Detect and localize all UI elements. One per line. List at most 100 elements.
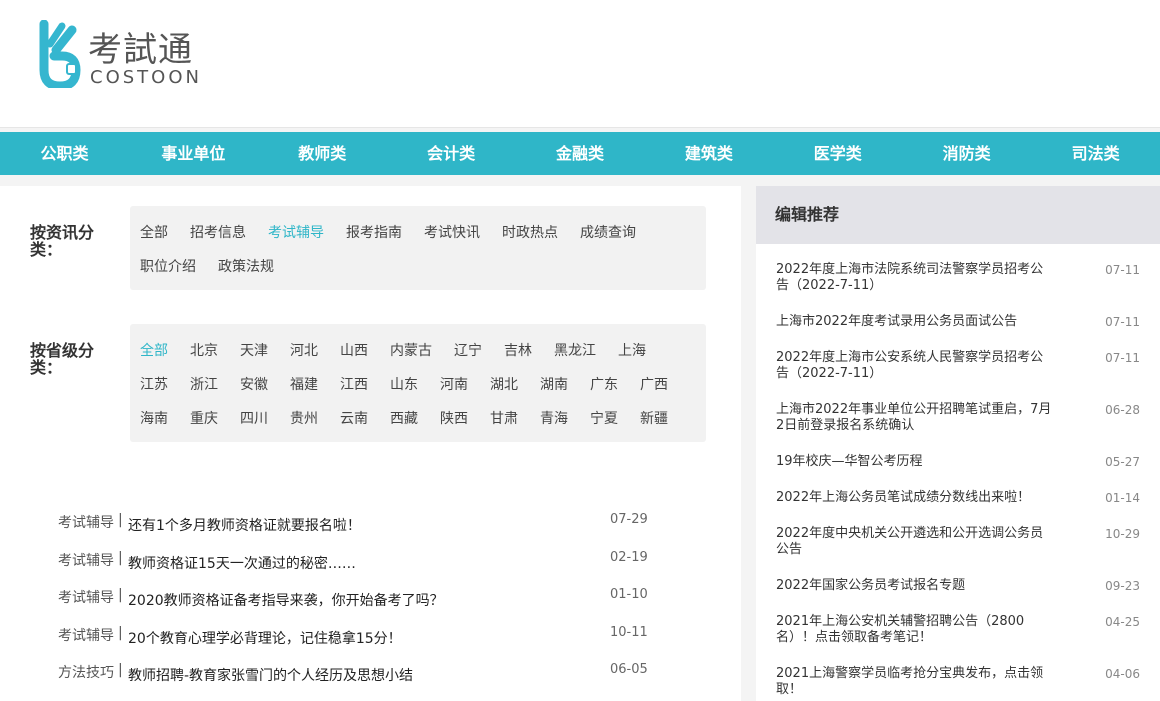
site-logo[interactable]: 考試通 COSTOON xyxy=(36,20,216,92)
province-filter-option[interactable]: 广西 xyxy=(640,368,668,402)
province-filter-option[interactable]: 甘肃 xyxy=(490,402,518,436)
main-nav: 公职类 事业单位 教师类 会计类 金融类 建筑类 医学类 消防类 司法类 xyxy=(0,132,1160,175)
editor-picks-panel: 编辑推荐 2022年度上海市法院系统司法警察学员招考公告（2022-7-11） 0… xyxy=(756,186,1160,701)
province-filter-option[interactable]: 广东 xyxy=(590,368,618,402)
province-filter-label: 按省级分类： xyxy=(30,341,95,377)
info-filter-option[interactable]: 考试辅导 xyxy=(268,216,324,250)
province-filter-option[interactable]: 河南 xyxy=(440,368,468,402)
nav-item-jianzhu[interactable]: 建筑类 xyxy=(644,132,773,175)
editor-pick-item[interactable]: 2022年度上海市法院系统司法警察学员招考公告（2022-7-11） 07-11 xyxy=(776,262,1140,294)
editor-pick-title[interactable]: 2022年上海公务员笔试成绩分数线出来啦！ xyxy=(776,490,1030,505)
editor-pick-title[interactable]: 2021上海警察学员临考抢分宝典发布，点击领取！ xyxy=(776,666,1043,697)
editor-pick-item[interactable]: 上海市2022年度考试录用公务员面试公告 07-11 xyxy=(776,314,1140,330)
editor-pick-title[interactable]: 2022年国家公务员考试报名专题 xyxy=(776,578,965,593)
nav-item-yixue[interactable]: 医学类 xyxy=(773,132,902,175)
editor-pick-title[interactable]: 19年校庆—华智公考历程 xyxy=(776,454,923,469)
info-filter-option[interactable]: 考试快讯 xyxy=(424,216,480,250)
editor-pick-title[interactable]: 2021年上海公安机关辅警招聘公告（2800名）！点击领取备考笔记！ xyxy=(776,614,1024,645)
news-category[interactable]: 方法技巧 xyxy=(58,662,114,682)
news-title[interactable]: 2020教师资格证备考指导来袭，你开始备考了吗？ xyxy=(128,590,444,610)
province-filter-option[interactable]: 福建 xyxy=(290,368,318,402)
editor-pick-item[interactable]: 2022年上海公务员笔试成绩分数线出来啦！ 01-14 xyxy=(776,490,1140,506)
news-category[interactable]: 考试辅导 xyxy=(58,587,114,607)
news-category[interactable]: 考试辅导 xyxy=(58,550,114,570)
news-title[interactable]: 还有1个多月教师资格证就要报名啦！ xyxy=(128,515,361,535)
news-row[interactable]: 考试辅导 | 教师资格证15天一次通过的秘密…… 02-19 xyxy=(58,550,658,588)
logo-text-en: COSTOON xyxy=(90,67,202,88)
province-filter-option[interactable]: 青海 xyxy=(540,402,568,436)
province-filter-option[interactable]: 吉林 xyxy=(504,334,532,368)
nav-item-shiye[interactable]: 事业单位 xyxy=(129,132,258,175)
info-filter-option[interactable]: 时政热点 xyxy=(502,216,558,250)
province-filter-option[interactable]: 云南 xyxy=(340,402,368,436)
province-filter-option[interactable]: 北京 xyxy=(190,334,218,368)
editor-pick-item[interactable]: 2021年上海公安机关辅警招聘公告（2800名）！点击领取备考笔记！ 04-25 xyxy=(776,614,1140,646)
news-row[interactable]: 考试辅导 | 20个教育心理学必背理论，记住稳拿15分！ 10-11 xyxy=(58,625,658,663)
news-row[interactable]: 考试辅导 | 2020教师资格证备考指导来袭，你开始备考了吗？ 01-10 xyxy=(58,587,658,625)
info-filter-options: 全部 招考信息 考试辅导 报考指南 考试快讯 时政热点 成绩查询职位介绍 政策法规 xyxy=(130,206,706,290)
province-filter-option[interactable]: 浙江 xyxy=(190,368,218,402)
province-filter-option[interactable]: 辽宁 xyxy=(454,334,482,368)
editor-pick-item[interactable]: 2021上海警察学员临考抢分宝典发布，点击领取！ 04-06 xyxy=(776,666,1140,698)
news-category[interactable]: 考试辅导 xyxy=(58,625,114,645)
editor-pick-item[interactable]: 2022年度中央机关公开遴选和公开选调公务员公告 10-29 xyxy=(776,526,1140,558)
info-filter-option[interactable]: 政策法规 xyxy=(218,250,274,284)
province-filter-option[interactable]: 内蒙古 xyxy=(390,334,432,368)
province-filter-option[interactable]: 海南 xyxy=(140,402,168,436)
nav-item-jiaoshi[interactable]: 教师类 xyxy=(258,132,387,175)
editor-pick-date: 04-06 xyxy=(1105,667,1140,681)
province-filter-option[interactable]: 山西 xyxy=(340,334,368,368)
news-title[interactable]: 教师招聘-教育家张雪门的个人经历及思想小结 xyxy=(128,665,413,685)
news-row[interactable]: 考试辅导 | 还有1个多月教师资格证就要报名啦！ 07-29 xyxy=(58,512,658,550)
province-filter-option[interactable]: 重庆 xyxy=(190,402,218,436)
province-filter-option[interactable]: 山东 xyxy=(390,368,418,402)
province-filter-option[interactable]: 江苏 xyxy=(140,368,168,402)
editor-pick-title[interactable]: 上海市2022年度考试录用公务员面试公告 xyxy=(776,314,1017,329)
info-filter: 按资讯分类： 全部 招考信息 考试辅导 报考指南 考试快讯 时政热点 成绩查询 职位介绍 政策法… xyxy=(30,206,710,296)
info-filter-option[interactable]: 招考信息 xyxy=(190,216,246,250)
editor-pick-item[interactable]: 2022年度上海市公安系统人民警察学员招考公告（2022-7-11） 07-11 xyxy=(776,350,1140,382)
editor-pick-date: 10-29 xyxy=(1105,527,1140,541)
province-filter-option[interactable]: 新疆 xyxy=(640,402,668,436)
info-filter-option[interactable]: 职位介绍 xyxy=(140,250,196,284)
province-filter-option[interactable]: 贵州 xyxy=(290,402,318,436)
editor-pick-title[interactable]: 上海市2022年事业单位公开招聘笔试重启，7月2日前登录报名系统确认 xyxy=(776,402,1051,433)
nav-item-sifa[interactable]: 司法类 xyxy=(1031,132,1160,175)
news-category[interactable]: 考试辅导 xyxy=(58,512,114,532)
editor-pick-date: 06-28 xyxy=(1105,403,1140,417)
province-filter-option[interactable]: 江西 xyxy=(340,368,368,402)
province-filter-option[interactable]: 西藏 xyxy=(390,402,418,436)
editor-pick-title[interactable]: 2022年度上海市公安系统人民警察学员招考公告（2022-7-11） xyxy=(776,350,1043,381)
province-filter-option[interactable]: 安徽 xyxy=(240,368,268,402)
editor-pick-title[interactable]: 2022年度上海市法院系统司法警察学员招考公告（2022-7-11） xyxy=(776,262,1043,293)
editor-pick-date: 04-25 xyxy=(1105,615,1140,629)
province-filter-option[interactable]: 天津 xyxy=(240,334,268,368)
province-filter-option[interactable]: 黑龙江 xyxy=(554,334,596,368)
nav-item-gongzhi[interactable]: 公职类 xyxy=(0,132,129,175)
province-filter-option[interactable]: 四川 xyxy=(240,402,268,436)
province-filter-option[interactable]: 河北 xyxy=(290,334,318,368)
news-date: 06-05 xyxy=(610,662,648,677)
editor-pick-date: 09-23 xyxy=(1105,579,1140,593)
province-filter-option[interactable]: 宁夏 xyxy=(590,402,618,436)
editor-pick-title[interactable]: 2022年度中央机关公开遴选和公开选调公务员公告 xyxy=(776,526,1043,557)
editor-pick-item[interactable]: 19年校庆—华智公考历程 05-27 xyxy=(776,454,1140,470)
province-filter-option[interactable]: 陕西 xyxy=(440,402,468,436)
info-filter-option[interactable]: 报考指南 xyxy=(346,216,402,250)
news-title[interactable]: 教师资格证15天一次通过的秘密…… xyxy=(128,553,356,573)
news-row[interactable]: 方法技巧 | 教师招聘-教育家张雪门的个人经历及思想小结 06-05 xyxy=(58,662,658,700)
news-separator: | xyxy=(118,549,123,566)
nav-item-kuaiji[interactable]: 会计类 xyxy=(387,132,516,175)
nav-item-jinrong[interactable]: 金融类 xyxy=(516,132,645,175)
editor-pick-item[interactable]: 2022年国家公务员考试报名专题 09-23 xyxy=(776,578,1140,594)
editor-pick-item[interactable]: 上海市2022年事业单位公开招聘笔试重启，7月2日前登录报名系统确认 06-28 xyxy=(776,402,1140,434)
info-filter-option[interactable]: 全部 xyxy=(140,216,168,250)
news-separator: | xyxy=(118,512,123,528)
info-filter-option[interactable]: 成绩查询 xyxy=(580,216,636,250)
province-filter-option[interactable]: 上海 xyxy=(618,334,646,368)
nav-item-xiaofang[interactable]: 消防类 xyxy=(902,132,1031,175)
news-title[interactable]: 20个教育心理学必背理论，记住稳拿15分！ xyxy=(128,628,402,648)
province-filter-option[interactable]: 湖北 xyxy=(490,368,518,402)
province-filter-option[interactable]: 湖南 xyxy=(540,368,568,402)
province-filter-option[interactable]: 全部 xyxy=(140,334,168,368)
